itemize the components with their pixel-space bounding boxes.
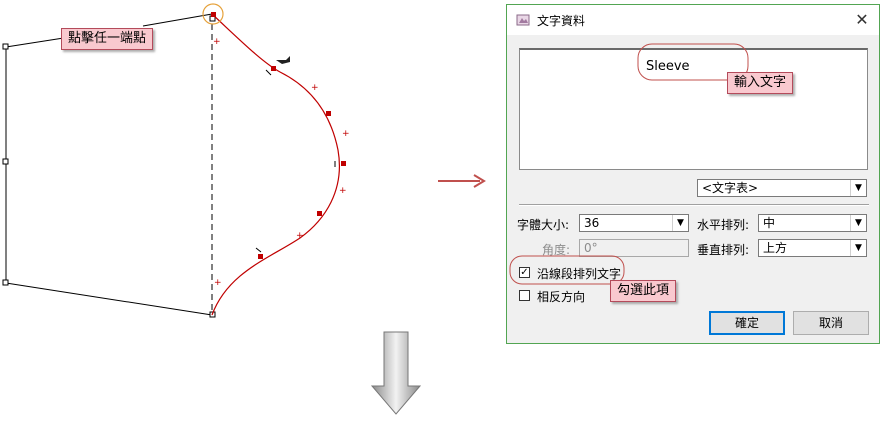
- curve-mark: +: [339, 186, 347, 196]
- h-align-label: 水平排列:: [697, 218, 750, 232]
- font-size-label: 字體大小:: [517, 218, 570, 232]
- curve-mark: +: [296, 231, 304, 241]
- dialog-titlebar[interactable]: 文字資料 ✕: [507, 5, 879, 35]
- curve-mark: +: [214, 278, 222, 288]
- chevron-down-icon: ▼: [672, 215, 688, 231]
- curve-mark: +: [342, 129, 350, 139]
- curve-endpoint[interactable]: [211, 12, 216, 17]
- v-align-value: 上方: [763, 241, 788, 255]
- chevron-down-icon: ▼: [850, 215, 866, 231]
- curve-point[interactable]: [271, 66, 276, 71]
- outline-bottom-edge: [5, 282, 213, 316]
- tick-mark: [255, 247, 262, 253]
- curve-point[interactable]: [317, 211, 322, 216]
- app-icon: [516, 14, 530, 26]
- callout-enter-text: 輸入文字: [727, 72, 794, 94]
- v-align-select[interactable]: 上方 ▼: [758, 239, 867, 257]
- curve-mark: +: [213, 37, 221, 47]
- close-button[interactable]: ✕: [851, 9, 873, 31]
- reverse-label[interactable]: 相反方向: [537, 288, 585, 305]
- arrow-right-icon: [438, 174, 486, 188]
- corner-handle[interactable]: [2, 279, 9, 286]
- close-icon: ✕: [855, 10, 869, 29]
- callout-click-endpoint: 點擊任一端點: [61, 28, 154, 50]
- curve-point[interactable]: [341, 161, 346, 166]
- text-table-select[interactable]: <文字表> ▼: [697, 179, 867, 197]
- font-size-value: 36: [584, 216, 600, 230]
- tick-mark: [265, 69, 272, 76]
- corner-handle[interactable]: [2, 43, 9, 50]
- h-align-value: 中: [763, 216, 776, 230]
- sleeve-curve[interactable]: [211, 13, 340, 316]
- font-size-select[interactable]: 36 ▼: [579, 214, 689, 232]
- reverse-checkbox[interactable]: [519, 290, 530, 301]
- ok-button[interactable]: 確定: [709, 311, 785, 335]
- dialog-title: 文字資料: [537, 14, 586, 28]
- arrow-down-icon: [370, 331, 422, 415]
- text-table-value: <文字表>: [702, 181, 759, 195]
- curve-mark: +: [311, 83, 319, 93]
- chevron-down-icon: ▼: [850, 180, 866, 196]
- angle-value: 0°: [584, 241, 598, 255]
- v-align-label: 垂直排列:: [697, 243, 750, 257]
- corner-handle[interactable]: [2, 158, 9, 165]
- curve-point[interactable]: [258, 254, 263, 259]
- pattern-outline: [5, 13, 213, 316]
- callout-check-this: 勾選此項: [610, 280, 677, 302]
- curve-point[interactable]: [326, 111, 331, 116]
- cursor-icon: [276, 56, 290, 64]
- cancel-button[interactable]: 取消: [793, 311, 869, 335]
- chevron-down-icon: ▼: [850, 240, 866, 256]
- pattern-canvas[interactable]: + + + + + +: [0, 0, 500, 440]
- divider: [519, 204, 869, 206]
- h-align-select[interactable]: 中 ▼: [758, 214, 867, 232]
- outline-top-right-edge: [142, 13, 213, 27]
